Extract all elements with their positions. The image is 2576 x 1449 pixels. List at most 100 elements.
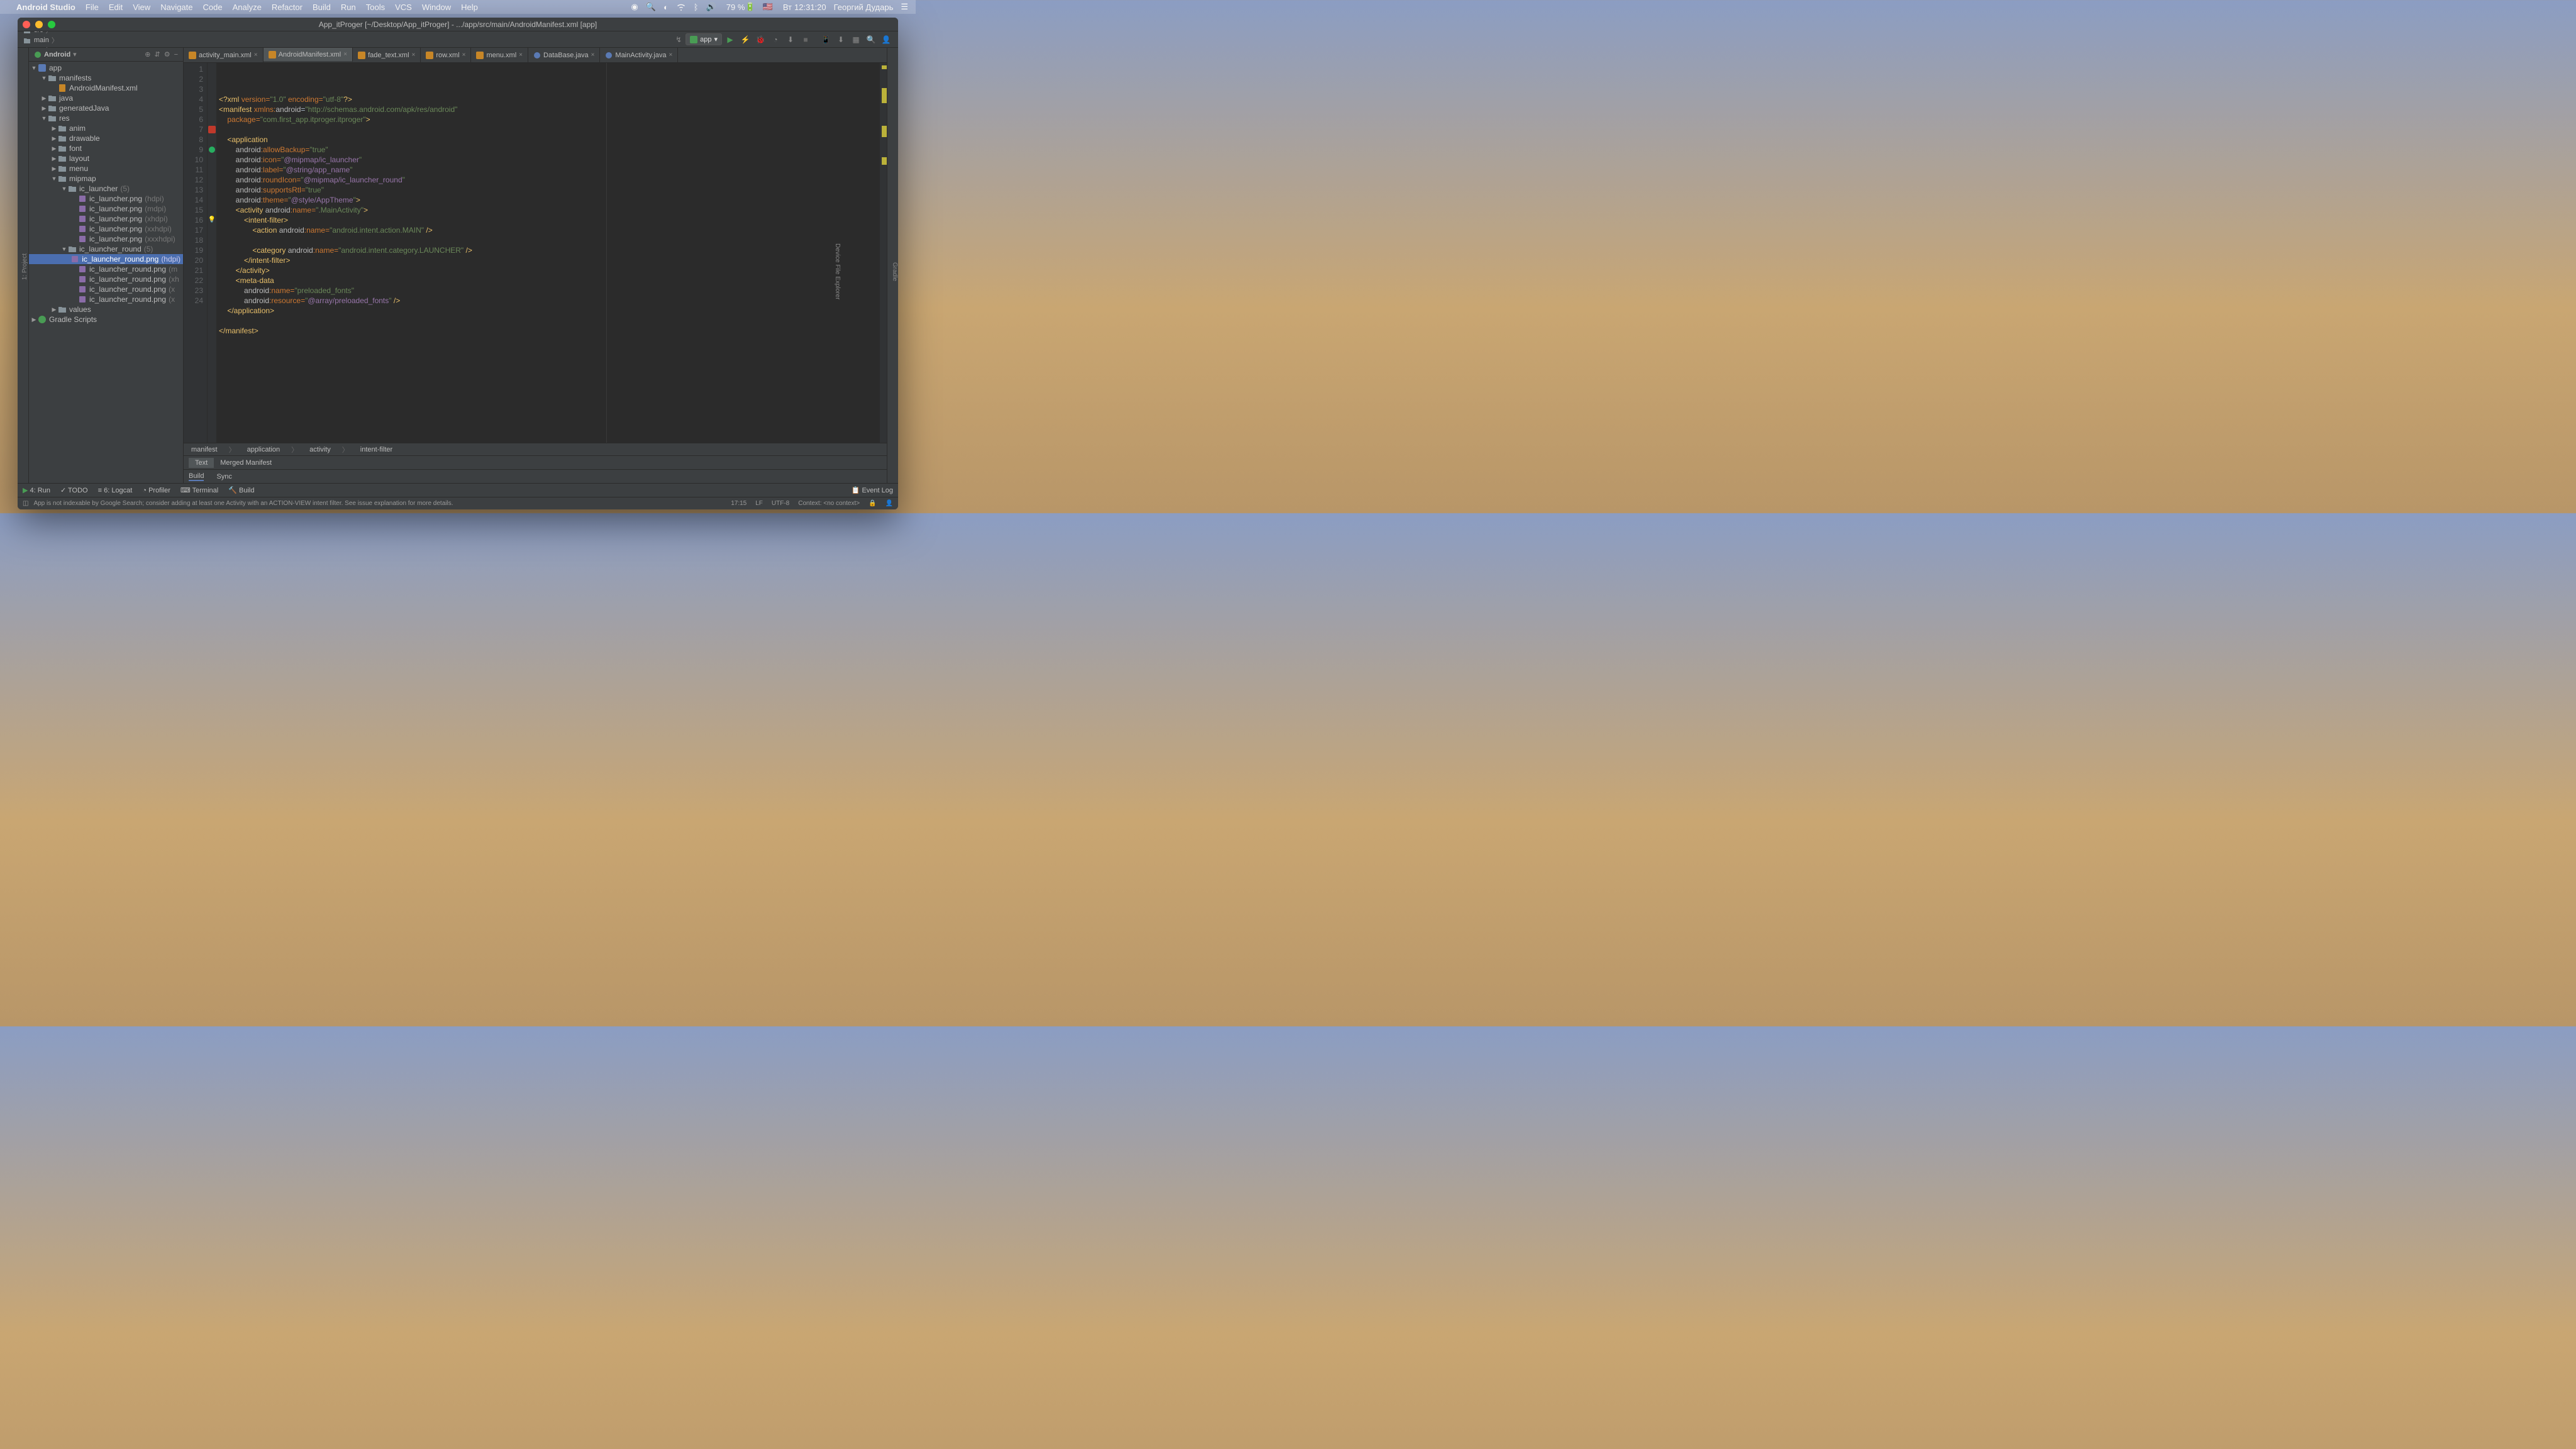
editor-tab-AndroidManifest-xml[interactable]: AndroidManifest.xml×: [264, 48, 353, 62]
warning-marker[interactable]: [882, 126, 887, 137]
siri-icon[interactable]: ◐: [663, 3, 669, 12]
close-tab-icon[interactable]: ×: [669, 52, 673, 58]
build-tool-button[interactable]: 🔨 Build: [228, 486, 254, 494]
profile-button[interactable]: ◔: [769, 33, 782, 47]
menu-vcs[interactable]: VCS: [395, 3, 412, 12]
close-window-button[interactable]: [23, 21, 30, 28]
event-log-button[interactable]: 📋 Event Log: [852, 486, 893, 494]
editor-breadcrumb-item[interactable]: intent-filter: [360, 446, 392, 453]
show-tool-windows-icon[interactable]: ◫: [23, 500, 28, 507]
wifi-icon[interactable]: [676, 3, 686, 11]
clock[interactable]: Вт 12:31:20: [780, 3, 826, 12]
tree-item-anim[interactable]: anim: [29, 123, 183, 133]
run-button[interactable]: ▶: [723, 33, 737, 47]
gradle-tool-tab[interactable]: Gradle: [891, 262, 898, 281]
editor-scrollbar[interactable]: [879, 63, 887, 443]
cursor-position[interactable]: 17:15: [731, 500, 747, 507]
close-tab-icon[interactable]: ×: [591, 52, 595, 58]
bluetooth-icon[interactable]: ᛒ: [694, 3, 699, 12]
tree-item-mipmap[interactable]: mipmap: [29, 174, 183, 184]
tree-item-font[interactable]: font: [29, 143, 183, 153]
apply-changes-icon[interactable]: ⚡: [738, 33, 752, 47]
dropdown-icon[interactable]: ▾: [73, 50, 77, 58]
tree-item-manifests[interactable]: manifests: [29, 73, 183, 83]
breadcrumb-item[interactable]: main〉: [23, 35, 96, 45]
menu-navigate[interactable]: Navigate: [160, 3, 192, 12]
tree-item-ic_launcher_round-png[interactable]: ic_launcher_round.png(m: [29, 264, 183, 274]
editor-breadcrumb-item[interactable]: application: [247, 446, 280, 453]
menu-analyze[interactable]: Analyze: [233, 3, 262, 12]
code-content[interactable]: <?xml version="1.0" encoding="utf-8"?><m…: [216, 63, 879, 443]
record-icon[interactable]: ◉: [631, 2, 638, 12]
tree-item-java[interactable]: java: [29, 93, 183, 103]
menu-help[interactable]: Help: [461, 3, 478, 12]
close-tab-icon[interactable]: ×: [343, 51, 347, 58]
user-icon[interactable]: 👤: [879, 33, 893, 47]
close-tab-icon[interactable]: ×: [519, 52, 523, 58]
build-tab[interactable]: Build: [189, 472, 204, 481]
tree-item-layout[interactable]: layout: [29, 153, 183, 164]
text-tab[interactable]: Text: [189, 458, 214, 468]
menu-file[interactable]: File: [86, 3, 99, 12]
menu-code[interactable]: Code: [203, 3, 223, 12]
project-structure-icon[interactable]: ▦: [849, 33, 863, 47]
context[interactable]: Context: <no context>: [798, 500, 860, 507]
menu-view[interactable]: View: [133, 3, 150, 12]
tree-item-ic_launcher[interactable]: ic_launcher(5): [29, 184, 183, 194]
menu-edit[interactable]: Edit: [109, 3, 123, 12]
close-tab-icon[interactable]: ×: [412, 52, 416, 58]
profiler-tool-button[interactable]: ◔ Profiler: [142, 487, 170, 494]
tree-item-generatedJava[interactable]: generatedJava: [29, 103, 183, 113]
tree-item-Gradle-Scripts[interactable]: Gradle Scripts: [29, 314, 183, 325]
warning-marker[interactable]: [882, 88, 887, 103]
tree-item-ic_launcher-png[interactable]: ic_launcher.png(hdpi): [29, 194, 183, 204]
minimize-window-button[interactable]: [35, 21, 43, 28]
spotlight-icon[interactable]: 🔍: [646, 2, 656, 12]
editor-tab-activity_main-xml[interactable]: activity_main.xml×: [184, 48, 264, 62]
editor-breadcrumb-item[interactable]: manifest: [191, 446, 218, 453]
logcat-tool-button[interactable]: ≡ 6: Logcat: [98, 487, 133, 494]
lock-icon[interactable]: 🔒: [869, 500, 876, 507]
tree-item-drawable[interactable]: drawable: [29, 133, 183, 143]
menu-run[interactable]: Run: [341, 3, 356, 12]
tree-item-ic_launcher_round-png[interactable]: ic_launcher_round.png(x: [29, 284, 183, 294]
editor-tab-MainActivity-java[interactable]: MainActivity.java×: [600, 48, 678, 62]
tree-item-ic_launcher-png[interactable]: ic_launcher.png(xhdpi): [29, 214, 183, 224]
volume-icon[interactable]: 🔊: [706, 2, 716, 12]
editor-tab-DataBase-java[interactable]: DataBase.java×: [528, 48, 600, 62]
menu-refactor[interactable]: Refactor: [272, 3, 303, 12]
attach-debugger-icon[interactable]: ⬇: [784, 33, 797, 47]
notification-icon[interactable]: ☰: [901, 2, 908, 12]
project-view-mode[interactable]: Android: [44, 51, 70, 58]
editor-tab-menu-xml[interactable]: menu.xml×: [471, 48, 528, 62]
avd-manager-icon[interactable]: 📱: [819, 33, 833, 47]
tree-item-app[interactable]: app: [29, 63, 183, 73]
hide-panel-icon[interactable]: −: [174, 51, 178, 58]
file-encoding[interactable]: UTF-8: [772, 500, 789, 507]
close-tab-icon[interactable]: ×: [462, 52, 466, 58]
tree-item-ic_launcher-png[interactable]: ic_launcher.png(xxxhdpi): [29, 234, 183, 244]
project-tree[interactable]: appmanifestsAndroidManifest.xmljavagener…: [29, 62, 183, 483]
editor-breadcrumb[interactable]: manifest〉application〉activity〉intent-fil…: [184, 443, 887, 455]
run-target-select[interactable]: app▾: [686, 33, 722, 45]
tree-item-ic_launcher_round[interactable]: ic_launcher_round(5): [29, 244, 183, 254]
editor-tab-row-xml[interactable]: row.xml×: [421, 48, 471, 62]
warning-marker[interactable]: [882, 157, 887, 165]
stop-button[interactable]: ■: [799, 33, 813, 47]
line-separator[interactable]: LF: [755, 500, 763, 507]
user[interactable]: Георгий Дударь: [834, 3, 894, 12]
tree-item-ic_launcher_round-png[interactable]: ic_launcher_round.png(xh: [29, 274, 183, 284]
project-tool-tab[interactable]: 1: Project: [21, 250, 28, 284]
target-icon[interactable]: ⊕: [145, 50, 150, 58]
input-flag-icon[interactable]: 🇺🇸: [763, 2, 773, 12]
search-everywhere-icon[interactable]: 🔍: [864, 33, 878, 47]
editor-tab-fade_text-xml[interactable]: fade_text.xml×: [353, 48, 421, 62]
hector-icon[interactable]: 👤: [886, 500, 893, 507]
merged-manifest-tab[interactable]: Merged Manifest: [214, 458, 278, 468]
gear-icon[interactable]: ⚙: [164, 50, 170, 58]
sdk-manager-icon[interactable]: ⬇: [834, 33, 848, 47]
battery[interactable]: 79 % 🔋: [724, 2, 755, 12]
tree-item-ic_launcher-png[interactable]: ic_launcher.png(xxhdpi): [29, 224, 183, 234]
collapse-all-icon[interactable]: ⇵: [154, 50, 160, 58]
sync-tab[interactable]: Sync: [216, 473, 231, 480]
